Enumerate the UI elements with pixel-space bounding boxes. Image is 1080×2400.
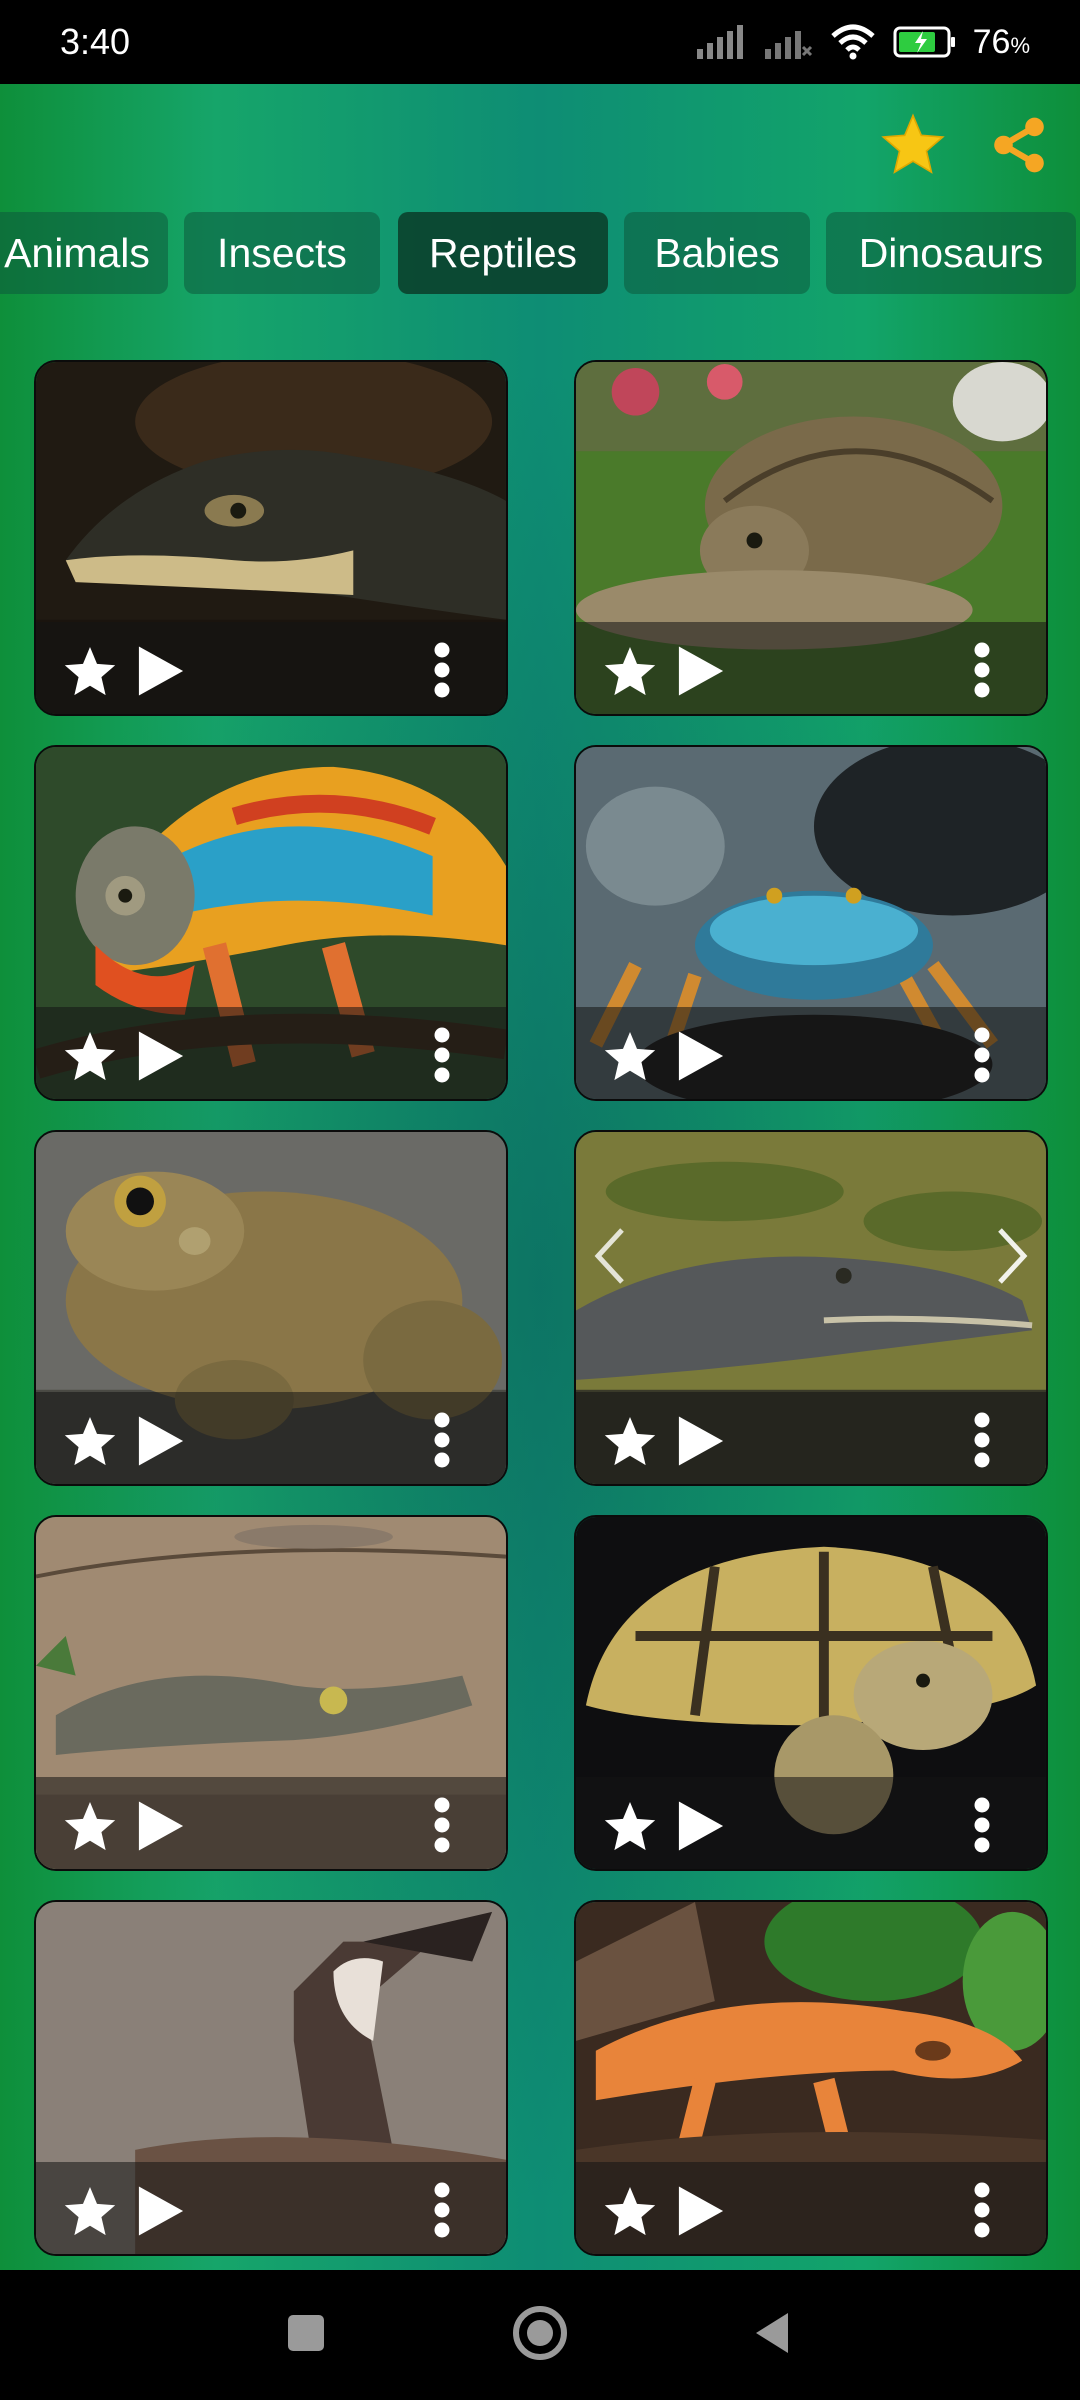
play-icon[interactable] xyxy=(676,1799,726,1853)
wifi-icon xyxy=(830,24,875,60)
play-icon[interactable] xyxy=(136,1029,186,1083)
more-vertical-icon[interactable] xyxy=(432,1795,452,1855)
more-vertical-icon[interactable] xyxy=(432,1410,452,1470)
play-icon[interactable] xyxy=(676,644,726,698)
star-icon[interactable] xyxy=(62,1414,118,1470)
card-action-bar xyxy=(576,1392,1046,1484)
chevron-right-icon[interactable] xyxy=(992,1226,1032,1286)
star-icon xyxy=(881,113,945,174)
card-action-bar xyxy=(576,1007,1046,1099)
card-action-bar xyxy=(36,1007,506,1099)
play-icon[interactable] xyxy=(136,1414,186,1468)
more-vertical-icon[interactable] xyxy=(972,1795,992,1855)
home-button[interactable] xyxy=(510,2303,570,2363)
card-action-bar xyxy=(576,622,1046,714)
play-icon[interactable] xyxy=(136,1799,186,1853)
more-vertical-icon[interactable] xyxy=(432,640,452,700)
card-action-bar xyxy=(36,1777,506,1869)
star-icon[interactable] xyxy=(62,1799,118,1855)
star-icon[interactable] xyxy=(62,2184,118,2240)
animal-card-tortoise[interactable] xyxy=(574,360,1048,716)
share-icon xyxy=(994,117,1044,173)
card-action-bar xyxy=(36,1392,506,1484)
animal-card-crocodile[interactable] xyxy=(574,1130,1048,1486)
tab-animals[interactable]: Animals xyxy=(0,212,168,294)
play-icon[interactable] xyxy=(676,2184,726,2238)
more-vertical-icon[interactable] xyxy=(972,1410,992,1470)
card-action-bar xyxy=(576,2162,1046,2254)
more-vertical-icon[interactable] xyxy=(972,1025,992,1085)
animal-card-caiman[interactable] xyxy=(34,1515,508,1871)
battery-percent: 76% xyxy=(972,22,1030,61)
animal-card-chameleon[interactable] xyxy=(34,745,508,1101)
category-tabs: Animals Insects Reptiles Babies Dinosaur… xyxy=(0,212,1080,296)
star-icon[interactable] xyxy=(602,1799,658,1855)
play-icon[interactable] xyxy=(136,644,186,698)
tab-insects[interactable]: Insects xyxy=(184,212,380,294)
tab-babies[interactable]: Babies xyxy=(624,212,810,294)
star-icon[interactable] xyxy=(602,2184,658,2240)
animal-card-tortoise-2[interactable] xyxy=(574,1515,1048,1871)
more-vertical-icon[interactable] xyxy=(432,1025,452,1085)
animal-card-crested-gecko[interactable] xyxy=(574,1900,1048,2256)
animal-card-toad[interactable] xyxy=(34,1130,508,1486)
play-icon[interactable] xyxy=(676,1414,726,1468)
chevron-left-icon[interactable] xyxy=(590,1226,630,1286)
play-icon[interactable] xyxy=(136,2184,186,2238)
app-screen: Animals Insects Reptiles Babies Dinosaur… xyxy=(0,84,1080,2270)
more-vertical-icon[interactable] xyxy=(432,2180,452,2240)
share-button[interactable] xyxy=(984,110,1054,180)
signal-no-service-icon xyxy=(764,31,812,59)
signal-icon xyxy=(696,25,743,59)
recents-button[interactable] xyxy=(286,2303,326,2363)
animal-card-frilled-lizard[interactable] xyxy=(34,1900,508,2256)
status-bar: 3:40 76% xyxy=(0,0,1080,84)
top-toolbar xyxy=(878,110,1054,180)
animal-grid xyxy=(0,352,1080,2270)
play-icon[interactable] xyxy=(676,1029,726,1083)
more-vertical-icon[interactable] xyxy=(972,2180,992,2240)
tab-dinosaurs[interactable]: Dinosaurs xyxy=(826,212,1076,294)
animal-card-alligator[interactable] xyxy=(34,360,508,716)
status-time: 3:40 xyxy=(60,21,131,62)
system-nav-bar xyxy=(0,2270,1080,2400)
favorites-button[interactable] xyxy=(878,110,948,180)
tab-reptiles[interactable]: Reptiles xyxy=(398,212,608,294)
battery-charging-icon xyxy=(893,26,955,58)
animal-card-crab[interactable] xyxy=(574,745,1048,1101)
star-icon[interactable] xyxy=(62,644,118,700)
status-icons: 76% xyxy=(695,23,1030,62)
star-icon[interactable] xyxy=(602,644,658,700)
star-icon[interactable] xyxy=(62,1029,118,1085)
star-icon[interactable] xyxy=(602,1414,658,1470)
back-button[interactable] xyxy=(752,2303,792,2363)
card-action-bar xyxy=(36,622,506,714)
card-action-bar xyxy=(576,1777,1046,1869)
card-action-bar xyxy=(36,2162,506,2254)
star-icon[interactable] xyxy=(602,1029,658,1085)
more-vertical-icon[interactable] xyxy=(972,640,992,700)
